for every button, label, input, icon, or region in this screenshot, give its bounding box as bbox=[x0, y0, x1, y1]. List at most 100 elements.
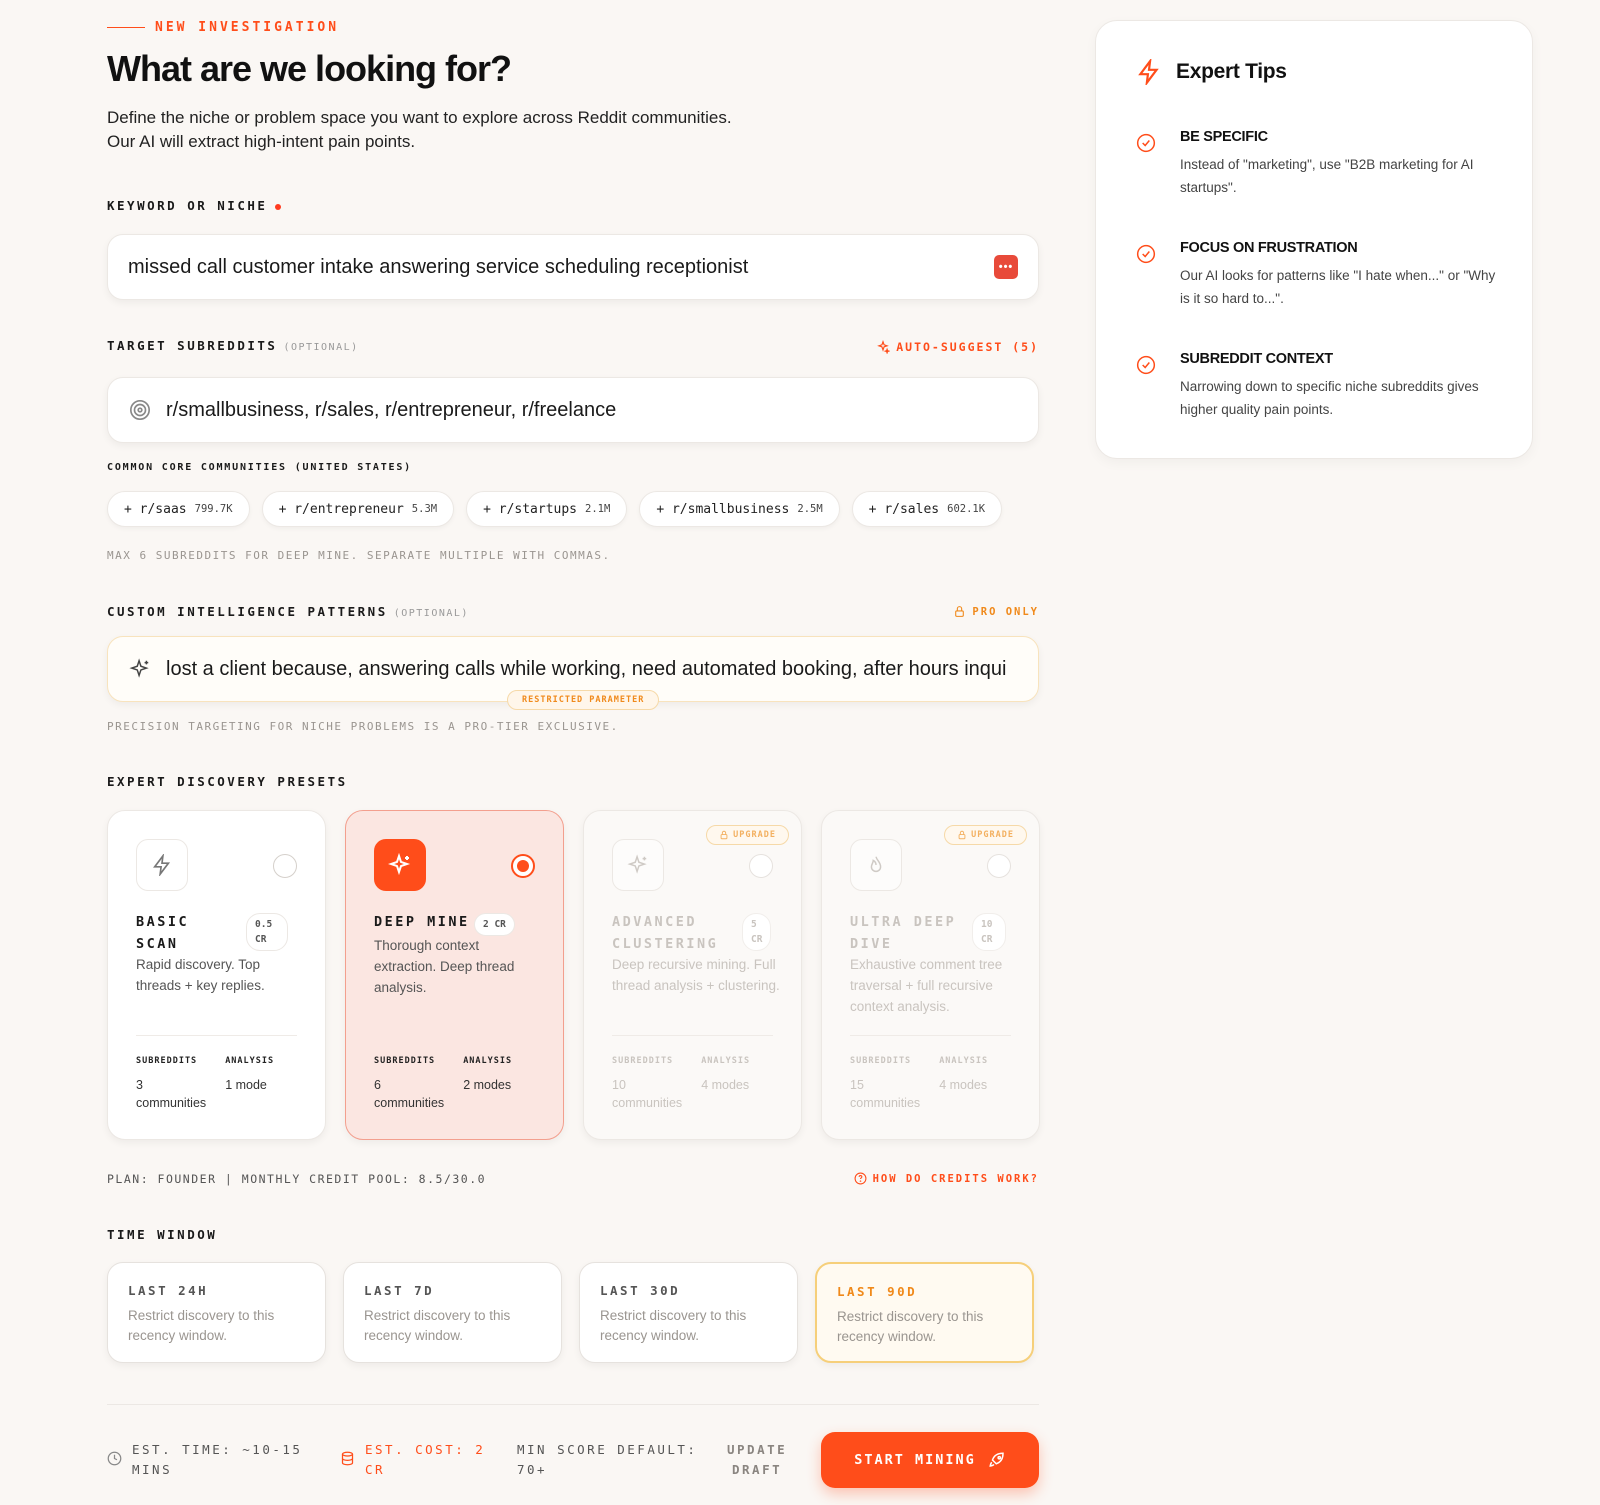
preset-basic-scan[interactable]: BASIC SCAN 0.5 CR Rapid discovery. Top thr… bbox=[107, 810, 326, 1140]
stat-unit: communities bbox=[374, 1096, 445, 1110]
time-option-desc: Restrict discovery to this recency windo… bbox=[364, 1308, 511, 1343]
preset-stats: SUBREDDITS 3 communities ANALYSIS 1 mode bbox=[136, 1056, 281, 1112]
stat-value: 4 modes bbox=[701, 1078, 750, 1092]
stat-analysis: ANALYSIS 2 modes bbox=[463, 1056, 519, 1112]
start-mining-label: START MINING bbox=[854, 1452, 976, 1468]
tips-title: Expert Tips bbox=[1176, 60, 1287, 83]
upgrade-label: UPGRADE bbox=[733, 830, 776, 840]
est-cost: EST. COST: 2 CR bbox=[340, 1440, 485, 1480]
flame-icon bbox=[850, 839, 902, 891]
page-title: What are we looking for? bbox=[107, 48, 512, 89]
optional-tag: (OPTIONAL) bbox=[393, 608, 469, 619]
chip-count: 2.1M bbox=[585, 503, 611, 515]
time-option-title: LAST 30D bbox=[600, 1283, 681, 1298]
chip-sales[interactable]: + r/sales 602.1K bbox=[851, 491, 1003, 527]
chip-name: + r/sales bbox=[868, 501, 940, 517]
tips-header: Expert Tips bbox=[1136, 59, 1287, 85]
preset-radio[interactable] bbox=[987, 854, 1011, 878]
update-draft-button[interactable]: UPDATE DRAFT bbox=[727, 1440, 787, 1480]
credit-badge: 2 CR bbox=[474, 913, 515, 936]
preset-title-line: DIVE bbox=[850, 936, 893, 952]
stat-key: SUBREDDITS bbox=[850, 1056, 912, 1066]
preset-title-line: BASIC bbox=[136, 914, 190, 930]
credit-badge: 0.5 CR bbox=[246, 913, 288, 951]
start-mining-button[interactable]: START MINING bbox=[821, 1432, 1039, 1488]
stat-value: 6 communities bbox=[374, 1076, 445, 1112]
stat-key: ANALYSIS bbox=[463, 1056, 513, 1066]
keyword-label: KEYWORD OR NICHE bbox=[107, 198, 282, 213]
chip-name: + r/saas bbox=[124, 501, 187, 517]
tip-title: FOCUS ON FRUSTRATION bbox=[1180, 240, 1358, 256]
credits-help-link[interactable]: HOW DO CREDITS WORK? bbox=[854, 1172, 1039, 1185]
chip-saas[interactable]: + r/saas 799.7K bbox=[107, 491, 250, 527]
preset-description: Exhaustive comment tree traversal + full… bbox=[850, 957, 1003, 1014]
stat-key: SUBREDDITS bbox=[612, 1056, 674, 1066]
preset-radio[interactable] bbox=[273, 854, 297, 878]
divider bbox=[136, 1035, 297, 1036]
preset-stats: SUBREDDITS 10 communities ANALYSIS 4 modes bbox=[612, 1056, 757, 1112]
stat-analysis: ANALYSIS 1 mode bbox=[225, 1056, 281, 1112]
stat-analysis: ANALYSIS 4 modes bbox=[939, 1056, 995, 1112]
credits-help-label: HOW DO CREDITS WORK? bbox=[872, 1172, 1039, 1185]
keyword-input[interactable]: missed call customer intake answering se… bbox=[107, 234, 1039, 300]
time-option-90d[interactable]: LAST 90D Restrict discovery to this recen… bbox=[815, 1262, 1034, 1363]
upgrade-badge[interactable]: UPGRADE bbox=[944, 825, 1027, 845]
chip-startups[interactable]: + r/startups 2.1M bbox=[466, 491, 628, 527]
stat-number: 3 bbox=[136, 1078, 143, 1092]
stat-value: 1 mode bbox=[225, 1078, 267, 1092]
est-time: EST. TIME: ~10-15 MINS bbox=[107, 1440, 302, 1480]
chip-entrepreneur[interactable]: + r/entrepreneur 5.3M bbox=[261, 491, 455, 527]
preset-advanced-clustering[interactable]: UPGRADE ADVANCED CLUSTERING 5 CR Deep recu… bbox=[583, 810, 802, 1140]
chip-count: 799.7K bbox=[194, 503, 233, 515]
subreddits-label-text: TARGET SUBREDDITS bbox=[107, 338, 278, 353]
preset-description: Thorough context extraction. Deep thread… bbox=[374, 938, 515, 995]
chip-count: 5.3M bbox=[411, 503, 438, 515]
tip-item: SUBREDDIT CONTEXT Narrowing down to spec… bbox=[1136, 351, 1496, 421]
optional-tag: (OPTIONAL) bbox=[283, 342, 359, 353]
subreddits-input[interactable]: r/smallbusiness, r/sales, r/entrepreneur… bbox=[107, 377, 1039, 443]
time-option-title: LAST 7D bbox=[364, 1283, 435, 1298]
preset-title-line: ULTRA DEEP bbox=[850, 914, 957, 930]
auto-suggest-button[interactable]: AUTO-SUGGEST (5) bbox=[876, 340, 1039, 354]
keyword-input-value: missed call customer intake answering se… bbox=[128, 255, 749, 278]
time-window-options: LAST 24H Restrict discovery to this recen… bbox=[107, 1262, 1034, 1363]
tip-desc: Our AI looks for patterns like "I hate w… bbox=[1180, 268, 1496, 306]
chip-name: + r/startups bbox=[483, 501, 578, 517]
subreddits-note: MAX 6 SUBREDDITS FOR DEEP MINE. SEPARATE… bbox=[107, 549, 611, 562]
preset-title-line: DEEP MINE bbox=[374, 914, 470, 930]
help-circle-icon bbox=[854, 1172, 867, 1185]
target-icon bbox=[128, 398, 152, 422]
preset-ultra-deep-dive[interactable]: UPGRADE ULTRA DEEP DIVE 10 CR Exhaustive c… bbox=[821, 810, 1040, 1140]
stat-unit: communities bbox=[612, 1096, 683, 1110]
stat-value: 2 modes bbox=[463, 1078, 512, 1092]
time-option-30d[interactable]: LAST 30D Restrict discovery to this recen… bbox=[579, 1262, 798, 1363]
sparkle-icon bbox=[128, 657, 152, 681]
preset-stats: SUBREDDITS 6 communities ANALYSIS 2 modes bbox=[374, 1056, 519, 1112]
subreddits-label: TARGET SUBREDDITS (OPTIONAL) bbox=[107, 338, 359, 353]
tip-desc: Instead of "marketing", use "B2B marketi… bbox=[1180, 157, 1474, 195]
restricted-badge: RESTRICTED PARAMETER bbox=[507, 690, 660, 710]
preset-radio[interactable] bbox=[511, 854, 535, 878]
min-score-line: 70+ bbox=[517, 1462, 548, 1477]
time-option-7d[interactable]: LAST 7D Restrict discovery to this recenc… bbox=[343, 1262, 562, 1363]
subtitle-line-2: Our AI will extract high-intent pain poi… bbox=[107, 132, 416, 151]
preset-title-line: ADVANCED bbox=[612, 914, 698, 930]
database-icon bbox=[341, 1451, 354, 1466]
more-icon[interactable]: ••• bbox=[994, 255, 1018, 279]
preset-deep-mine[interactable]: DEEP MINE 2 CR Thorough context extracti… bbox=[345, 810, 564, 1140]
time-option-desc: Restrict discovery to this recency windo… bbox=[837, 1309, 984, 1344]
preset-description: Rapid discovery. Top threads + key repli… bbox=[136, 957, 265, 993]
credit-value: 10 bbox=[981, 919, 993, 930]
tip-title: SUBREDDIT CONTEXT bbox=[1180, 351, 1333, 367]
preset-stats: SUBREDDITS 15 communities ANALYSIS 4 modes bbox=[850, 1056, 995, 1112]
preset-radio[interactable] bbox=[749, 854, 773, 878]
upgrade-badge[interactable]: UPGRADE bbox=[706, 825, 789, 845]
chip-count: 2.5M bbox=[797, 503, 823, 515]
preset-title: ADVANCED CLUSTERING bbox=[612, 911, 722, 955]
min-score-line: MIN SCORE DEFAULT: bbox=[517, 1442, 698, 1457]
time-option-24h[interactable]: LAST 24H Restrict discovery to this recen… bbox=[107, 1262, 326, 1363]
chip-smallbusiness[interactable]: + r/smallbusiness 2.5M bbox=[639, 491, 840, 527]
upgrade-label: UPGRADE bbox=[971, 830, 1014, 840]
stat-key: ANALYSIS bbox=[225, 1056, 275, 1066]
subreddits-input-value: r/smallbusiness, r/sales, r/entrepreneur… bbox=[166, 398, 617, 421]
